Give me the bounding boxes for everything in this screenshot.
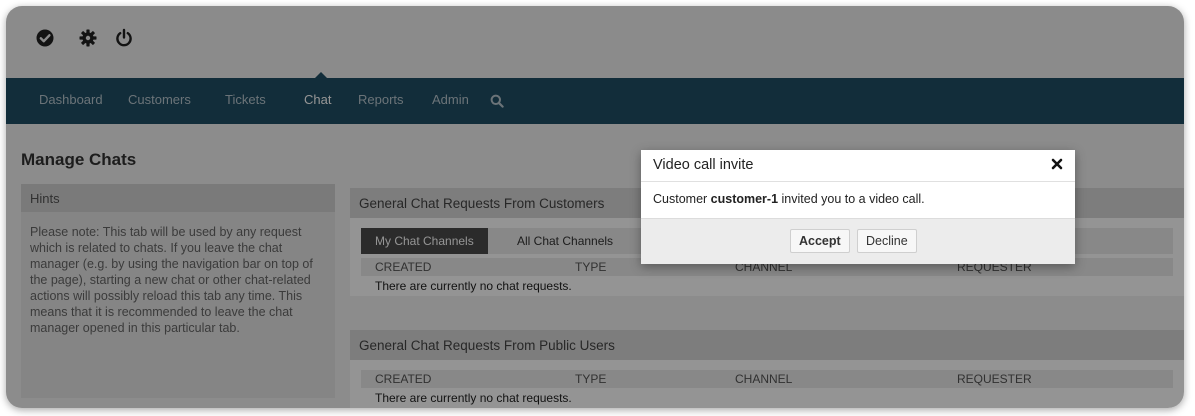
video-call-invite-dialog: Video call invite Customer customer-1 in… [641,150,1075,264]
accept-button[interactable]: Accept [790,229,850,253]
dialog-header: Video call invite [641,150,1075,182]
dialog-title: Video call invite [653,157,754,173]
dialog-message: Customer customer-1 invited you to a vid… [641,182,1075,218]
dialog-footer: Accept Decline [641,218,1075,264]
customer-name: customer-1 [710,192,779,206]
app-window: Dashboard Customers Tickets Chat Reports… [6,6,1184,408]
message-prefix: Customer [653,192,711,206]
decline-button[interactable]: Decline [857,229,917,253]
message-suffix: invited you to a video call. [778,192,925,206]
close-icon[interactable] [1051,158,1063,172]
app-content: Dashboard Customers Tickets Chat Reports… [6,6,1184,408]
